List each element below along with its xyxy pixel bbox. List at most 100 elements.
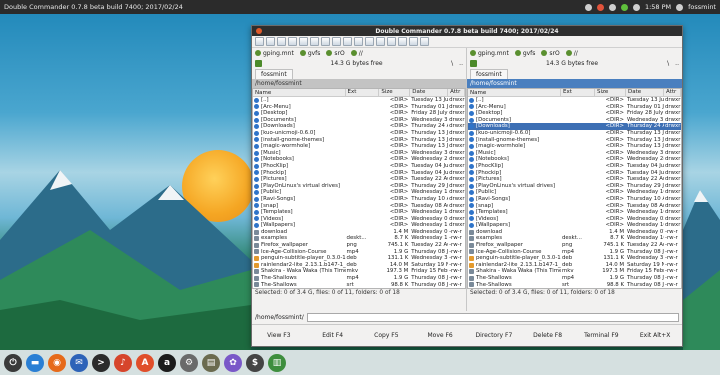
file-row[interactable]: [Downloads] <DIR>Thursday 24 August 2drwx… — [468, 123, 681, 130]
fkey-button[interactable]: Terminal F9 — [575, 332, 629, 339]
file-row[interactable]: [PhocKlip] <DIR>Tuesday 04 July 2017drwxr — [468, 163, 681, 170]
settings-icon[interactable]: ⚙ — [180, 353, 198, 372]
help-icon[interactable] — [420, 37, 429, 46]
thunderbird-icon[interactable]: ✉ — [70, 353, 88, 372]
parent-button[interactable]: .. — [675, 60, 679, 67]
copy-icon[interactable] — [398, 37, 407, 46]
drive-button[interactable]: gping.mnt — [255, 50, 294, 57]
file-row[interactable]: [install-gnome-themes] <DIR>Thursday 13 J… — [468, 137, 681, 144]
drive-select-icon[interactable] — [255, 59, 262, 67]
file-row[interactable]: [magic-wormhole] <DIR>Thursday 13 July 20… — [468, 143, 681, 150]
column-name[interactable]: Name — [253, 89, 346, 96]
power-icon[interactable]: ⏻ — [4, 353, 22, 372]
file-row[interactable]: Ice-Age-Collision-Course mp4 1.9 G Thursday… — [468, 249, 681, 256]
file-row[interactable]: examples deskt... 8.7 KWednesday 10 May 2-… — [468, 235, 681, 242]
window-titlebar[interactable]: Double Commander 0.7.8 beta build 7400; … — [252, 26, 682, 36]
column-date[interactable]: Date — [626, 89, 664, 96]
app-a-icon[interactable]: A — [136, 353, 154, 372]
file-row[interactable]: [Desktop] <DIR>Friday 28 July 2017 0drwxr — [253, 110, 465, 117]
file-row[interactable]: [Public] <DIR>Wednesday 10 May 2drwxr — [253, 189, 465, 196]
column-name[interactable]: Name — [468, 89, 561, 96]
column-size[interactable]: Size — [379, 89, 411, 96]
file-row[interactable]: [Templates] <DIR>Wednesday 10 May 2drwxr — [253, 209, 465, 216]
file-row[interactable]: download 1.4 MWednesday 07 June 2-rw-r — [468, 229, 681, 236]
root-button[interactable]: \ — [451, 60, 453, 67]
file-row[interactable]: [Videos] <DIR>Wednesday 05 July 2drwxr — [253, 216, 465, 223]
file-row[interactable]: [Phockip] <DIR>Tuesday 04 July 2017drwxr — [253, 170, 465, 177]
drive-button[interactable]: // — [350, 50, 363, 57]
fkey-button[interactable]: Copy F5 — [360, 332, 414, 339]
drive-select-icon[interactable] — [470, 59, 477, 67]
drive-button[interactable]: gvfs — [514, 50, 535, 57]
file-row[interactable]: [Pictures] <DIR>Tuesday 22 August 20drwxr — [253, 176, 465, 183]
edit-icon[interactable] — [387, 37, 396, 46]
tree-view-icon[interactable] — [299, 37, 308, 46]
file-row[interactable]: [..] <DIR>Tuesday 13 June 2017drwxr — [468, 97, 681, 104]
files-icon[interactable]: ▤ — [202, 353, 220, 372]
terminal-icon[interactable]: > — [92, 353, 110, 372]
file-row[interactable]: The-Shallows srt 98.8 KThursday 08 June 20… — [468, 282, 681, 288]
file-row[interactable]: [Ravi-Songs] <DIR>Thursday 10 August 2drw… — [468, 196, 681, 203]
file-row[interactable]: examples deskt... 8.7 KWednesday 10 May 2-… — [253, 235, 465, 242]
path-bar[interactable]: /home/fossmint — [252, 79, 466, 88]
file-row[interactable]: [snap] <DIR>Tuesday 08 August 20drwxr — [468, 203, 681, 210]
fkey-button[interactable]: Delete F8 — [521, 332, 575, 339]
fkey-button[interactable]: Move F6 — [413, 332, 467, 339]
brief-view-icon[interactable] — [266, 37, 275, 46]
double-commander-icon[interactable]: ▥ — [268, 353, 286, 372]
file-row[interactable]: [Wallpapers] <DIR>Wednesday 10 May 2drwxr — [468, 222, 681, 229]
file-row[interactable]: [PhocKlip] <DIR>Tuesday 04 July 2017drwxr — [253, 163, 465, 170]
sync-dirs-icon[interactable] — [332, 37, 341, 46]
photos-icon[interactable]: ✿ — [224, 353, 242, 372]
file-row[interactable]: [Music] <DIR>Wednesday 31 May 2drwxr — [253, 150, 465, 157]
unpack-icon[interactable] — [354, 37, 363, 46]
file-row[interactable]: [Music] <DIR>Wednesday 31 May 2drwxr — [468, 150, 681, 157]
column-attr[interactable]: Attr — [664, 89, 681, 96]
file-row[interactable]: rainlendar2-lite_2.13.1.b147-1_amd64deb 1… — [468, 262, 681, 269]
file-row[interactable]: [Public] <DIR>Wednesday 10 May 2drwxr — [468, 189, 681, 196]
drive-button[interactable]: srO — [541, 50, 560, 57]
file-row[interactable]: Shakira - Waka Waka (This Time for ...mk… — [468, 268, 681, 275]
file-row[interactable]: [kuo-unicmoji-0.6.0] <DIR>Thursday 13 Jul… — [253, 130, 465, 137]
chat-icon[interactable]: ▬ — [26, 353, 44, 372]
file-row[interactable]: [..] <DIR>Tuesday 13 June 2017drwxr — [253, 97, 465, 104]
path-bar[interactable]: /home/fossmint — [467, 79, 682, 88]
file-row[interactable]: Firefox_wallpaper png 745.1 KTuesday 22 Au… — [468, 242, 681, 249]
file-row[interactable]: [Templates] <DIR>Wednesday 10 May 2drwxr — [468, 209, 681, 216]
file-row[interactable]: [install-gnome-themes] <DIR>Thursday 13 J… — [253, 137, 465, 144]
file-row[interactable]: Ice-Age-Collision-Course mp4 1.9 G Thursday… — [253, 249, 465, 256]
file-row[interactable]: [Wallpapers] <DIR>Wednesday 10 May 2drwxr — [253, 222, 465, 229]
fkey-button[interactable]: Edit F4 — [306, 332, 360, 339]
firefox-icon[interactable]: ◉ — [48, 353, 66, 372]
file-row[interactable]: [Ravi-Songs] <DIR>Thursday 10 August 2drw… — [253, 196, 465, 203]
file-row[interactable]: penguin-subtitle-player_0.3.0-1-wo...deb… — [253, 255, 465, 262]
tab-fossmint[interactable]: fossmint — [255, 69, 293, 79]
file-row[interactable]: [magic-wormhole] <DIR>Thursday 13 July 20… — [253, 143, 465, 150]
file-row[interactable]: [Arc-Menu] <DIR>Thursday 01 June 201drwxr — [253, 104, 465, 111]
column-ext[interactable]: Ext — [346, 89, 380, 96]
file-row[interactable]: [Pictures] <DIR>Tuesday 22 August 20drwxr — [468, 176, 681, 183]
multi-rename-icon[interactable] — [310, 37, 319, 46]
close-icon[interactable] — [256, 28, 262, 34]
file-row[interactable]: [Arc-Menu] <DIR>Thursday 01 June 201drwxr — [468, 104, 681, 111]
file-row[interactable]: The-Shallows mp4 1.9 GThursday 08 June 201… — [253, 275, 465, 282]
file-row[interactable]: [Documents] <DIR>Wednesday 31 May 2drwxr — [468, 117, 681, 124]
column-date[interactable]: Date — [410, 89, 449, 96]
parent-button[interactable]: .. — [459, 60, 463, 67]
full-view-icon[interactable] — [277, 37, 286, 46]
options-icon[interactable] — [409, 37, 418, 46]
drive-button[interactable]: gping.mnt — [470, 50, 509, 57]
pack-icon[interactable] — [343, 37, 352, 46]
file-row[interactable]: [Desktop] <DIR>Friday 28 July 2017 0drwxr — [468, 110, 681, 117]
fkey-button[interactable]: Exit Alt+X — [628, 332, 682, 339]
drive-button[interactable]: srO — [326, 50, 345, 57]
column-ext[interactable]: Ext — [561, 89, 595, 96]
file-row[interactable]: rainlendar2-lite_2.13.1.b147-1_amd64deb 1… — [253, 262, 465, 269]
drive-button[interactable]: // — [565, 50, 578, 57]
drive-button[interactable]: gvfs — [299, 50, 320, 57]
root-button[interactable]: \ — [667, 60, 669, 67]
search-icon[interactable] — [365, 37, 374, 46]
column-size[interactable]: Size — [595, 89, 626, 96]
compare-icon[interactable] — [321, 37, 330, 46]
file-row[interactable]: The-Shallows srt 98.8 KThursday 08 June 20… — [253, 282, 465, 288]
